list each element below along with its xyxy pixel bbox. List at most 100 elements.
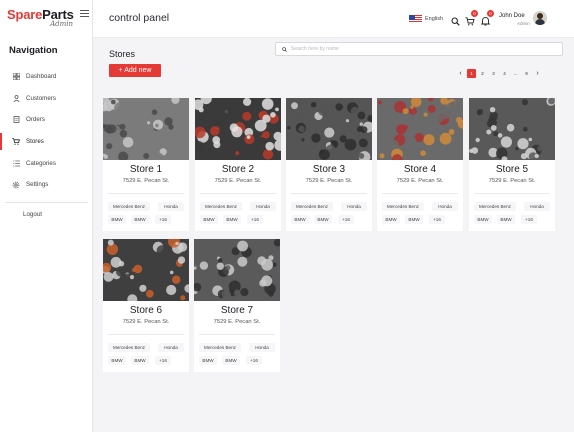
brand-tag: Mercedes Benz bbox=[199, 343, 241, 352]
store-card[interactable]: Store 3 7529 E. Pecan St. Mercedes Benz … bbox=[286, 98, 372, 231]
store-card[interactable]: Store 4 7529 E. Pecan St. Mercedes Benz … bbox=[377, 98, 463, 231]
orders-icon bbox=[12, 116, 20, 124]
sidebar-item-orders[interactable]: Orders bbox=[0, 109, 92, 131]
brand-tag: Mercedes Benz bbox=[108, 202, 150, 211]
add-new-button[interactable]: + Add new bbox=[109, 64, 161, 77]
brand-tag: BMW bbox=[199, 356, 217, 365]
sidebar-item-categories[interactable]: Categories bbox=[0, 152, 92, 174]
brand-tag: BMW bbox=[497, 215, 515, 224]
more-brands-tag[interactable]: +16 bbox=[338, 215, 354, 224]
brand-tag: BMW bbox=[314, 215, 332, 224]
store-card[interactable]: Store 5 7529 E. Pecan St. Mercedes Benz … bbox=[469, 98, 555, 231]
prev-page-button[interactable]: ‹ bbox=[456, 69, 465, 78]
brand-tag: BMW bbox=[405, 215, 423, 224]
brand-tag: BMW bbox=[222, 356, 240, 365]
sidebar-divider bbox=[5, 202, 88, 203]
store-address: 7529 E. Pecan St. bbox=[396, 178, 444, 184]
search-icon bbox=[282, 46, 287, 52]
user-icon bbox=[12, 94, 20, 102]
store-address: 7529 E. Pecan St. bbox=[213, 319, 261, 325]
more-brands-tag[interactable]: +16 bbox=[246, 356, 262, 365]
dashboard-icon bbox=[12, 73, 20, 81]
logo[interactable]: SpareParts Admin bbox=[7, 7, 89, 35]
us-flag-icon[interactable] bbox=[409, 15, 422, 23]
page-button[interactable]: 9 bbox=[522, 69, 531, 78]
store-address: 7529 E. Pecan St. bbox=[122, 319, 170, 325]
store-image bbox=[377, 98, 463, 160]
more-brands-tag[interactable]: +16 bbox=[247, 215, 263, 224]
search-icon[interactable] bbox=[451, 13, 461, 26]
logout-button[interactable]: Logout bbox=[23, 211, 42, 218]
store-image bbox=[469, 98, 555, 160]
notification-count-badge: 0 bbox=[487, 10, 494, 17]
sidebar-item-label: Dashboard bbox=[26, 73, 57, 81]
brand-tag: Honda bbox=[249, 343, 275, 352]
search-box bbox=[275, 42, 563, 56]
brand-tag: Honda bbox=[524, 202, 550, 211]
card-divider bbox=[108, 334, 184, 335]
sidebar: SpareParts Admin Navigation Dashboard Cu… bbox=[0, 0, 93, 432]
sidebar-item-label: Customers bbox=[26, 94, 56, 102]
brand-tag: Honda bbox=[158, 343, 184, 352]
more-brands-tag[interactable]: +16 bbox=[521, 215, 537, 224]
user-role: Admin bbox=[517, 21, 530, 26]
store-address: 7529 E. Pecan St. bbox=[488, 178, 536, 184]
store-card[interactable]: Store 1 7529 E. Pecan St. Mercedes Benz … bbox=[103, 98, 189, 231]
sidebar-item-label: Settings bbox=[26, 181, 49, 189]
next-page-button[interactable]: › bbox=[533, 69, 542, 78]
card-divider bbox=[108, 193, 184, 194]
search-input[interactable] bbox=[291, 46, 551, 52]
sidebar-item-settings[interactable]: Settings bbox=[0, 174, 92, 196]
store-name: Store 7 bbox=[220, 305, 254, 316]
card-divider bbox=[291, 193, 367, 194]
collapse-sidebar-icon[interactable] bbox=[80, 8, 89, 18]
store-image bbox=[194, 239, 280, 301]
store-address: 7529 E. Pecan St. bbox=[122, 178, 170, 184]
more-brands-tag[interactable]: +16 bbox=[155, 356, 171, 365]
brand-tag: BMW bbox=[474, 215, 492, 224]
store-address: 7529 E. Pecan St. bbox=[305, 178, 353, 184]
more-brands-tag[interactable]: +16 bbox=[155, 215, 171, 224]
brand-tag: BMW bbox=[131, 215, 149, 224]
brand-tag: Mercedes Benz bbox=[108, 343, 150, 352]
page-button[interactable]: 4 bbox=[500, 69, 509, 78]
store-card[interactable]: Store 7 7529 E. Pecan St. Mercedes Benz … bbox=[194, 239, 280, 372]
store-name: Store 4 bbox=[403, 164, 437, 175]
sidebar-nav: Dashboard Customers Orders Stores Catego… bbox=[0, 66, 92, 196]
cart-icon[interactable]: 0 bbox=[465, 10, 478, 26]
sidebar-item-customers[interactable]: Customers bbox=[0, 88, 92, 110]
store-card[interactable]: Store 2 7529 E. Pecan St. Mercedes Benz … bbox=[195, 98, 281, 231]
nav-title: Navigation bbox=[9, 45, 58, 56]
list-icon bbox=[12, 159, 20, 167]
sidebar-item-label: Orders bbox=[26, 116, 45, 124]
brand-tag: BMW bbox=[223, 215, 241, 224]
brand-tag: Mercedes Benz bbox=[200, 202, 242, 211]
sidebar-item-stores[interactable]: Stores bbox=[0, 131, 92, 153]
sidebar-item-label: Stores bbox=[26, 138, 44, 146]
sidebar-item-dashboard[interactable]: Dashboard bbox=[0, 66, 92, 88]
page-button[interactable]: 3 bbox=[489, 69, 498, 78]
avatar[interactable] bbox=[533, 11, 547, 25]
bell-icon[interactable]: 0 bbox=[480, 10, 494, 26]
brand-tag: Mercedes Benz bbox=[382, 202, 424, 211]
language-selector[interactable]: English bbox=[425, 16, 443, 22]
logo-text-spare: Spare bbox=[7, 7, 43, 22]
store-name: Store 1 bbox=[129, 164, 163, 175]
store-image bbox=[195, 98, 281, 160]
brand-tag: BMW bbox=[200, 215, 218, 224]
store-name: Store 2 bbox=[221, 164, 255, 175]
brand-tag: Mercedes Benz bbox=[291, 202, 333, 211]
user-name[interactable]: John Doe bbox=[499, 13, 525, 19]
card-divider bbox=[382, 193, 458, 194]
store-image bbox=[103, 98, 189, 160]
store-card[interactable]: Store 6 7529 E. Pecan St. Mercedes Benz … bbox=[103, 239, 189, 372]
sidebar-item-label: Categories bbox=[26, 159, 56, 167]
brand-tag: Honda bbox=[432, 202, 458, 211]
gear-icon bbox=[12, 181, 20, 189]
cart-icon bbox=[12, 138, 20, 146]
more-brands-tag[interactable]: +16 bbox=[429, 215, 445, 224]
brand-tag: BMW bbox=[108, 356, 126, 365]
page-button[interactable]: 2 bbox=[478, 69, 487, 78]
card-divider bbox=[474, 193, 550, 194]
page-button[interactable]: 1 bbox=[467, 68, 476, 78]
